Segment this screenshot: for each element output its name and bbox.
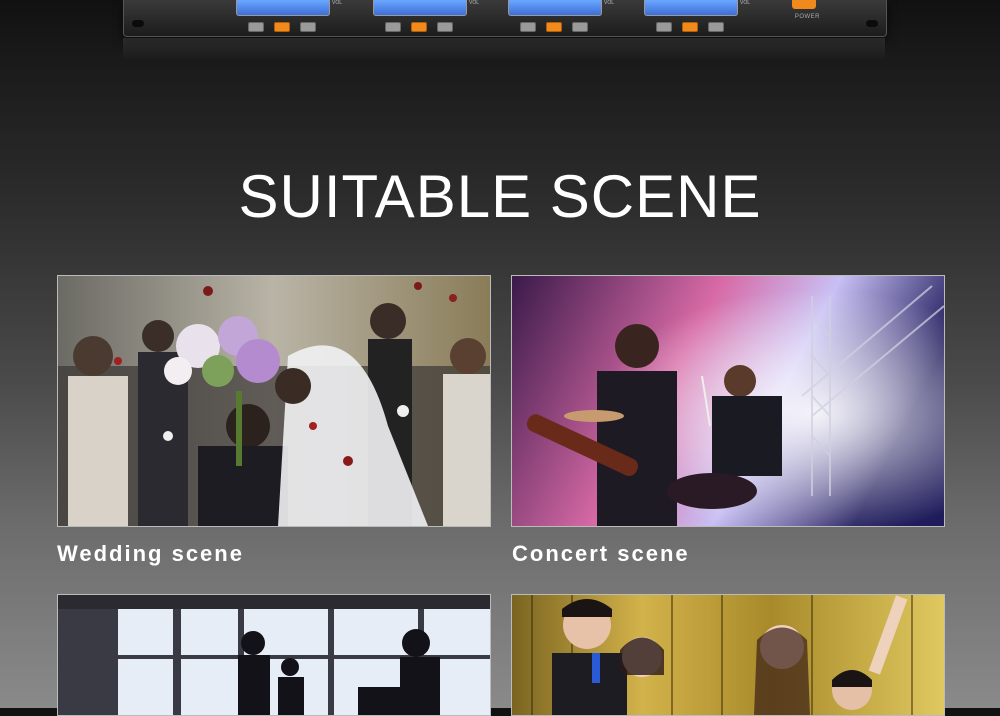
vol-label: VOL bbox=[469, 0, 480, 6]
receiver-device-panel: VOL VOL VOL VOL POWER bbox=[123, 0, 887, 37]
vol-label: VOL bbox=[604, 0, 615, 6]
rack-mount-hole bbox=[866, 20, 878, 27]
lcd-display bbox=[508, 0, 602, 16]
channel-button-orange bbox=[682, 22, 698, 32]
concert-scene-label: Concert scene bbox=[512, 541, 690, 566]
channel-2: VOL bbox=[361, 0, 481, 36]
lcd-display bbox=[373, 0, 467, 16]
channel-button-orange bbox=[546, 22, 562, 32]
channel-4: VOL bbox=[632, 0, 752, 36]
channel-3: VOL bbox=[496, 0, 616, 36]
channel-button-orange bbox=[274, 22, 290, 32]
rack-mount-hole bbox=[132, 20, 144, 27]
concert-photo bbox=[511, 275, 945, 527]
lcd-display bbox=[236, 0, 330, 16]
channel-button bbox=[520, 22, 536, 32]
conference-photo bbox=[57, 594, 491, 716]
channel-button bbox=[385, 22, 401, 32]
wedding-scene-label: Wedding scene bbox=[57, 541, 244, 566]
page-title: SUITABLE SCENE bbox=[238, 163, 762, 230]
wedding-photo bbox=[57, 275, 491, 527]
channel-button bbox=[437, 22, 453, 32]
power-button bbox=[792, 0, 816, 9]
vol-label: VOL bbox=[740, 0, 751, 6]
vol-label: VOL bbox=[332, 0, 343, 6]
channel-1: VOL bbox=[224, 0, 344, 36]
device-reflection bbox=[123, 38, 885, 60]
karaoke-party-photo bbox=[511, 594, 945, 716]
channel-button-orange bbox=[411, 22, 427, 32]
channel-button bbox=[248, 22, 264, 32]
power-label: POWER bbox=[794, 14, 820, 20]
channel-button bbox=[708, 22, 724, 32]
channel-button bbox=[572, 22, 588, 32]
channel-button bbox=[656, 22, 672, 32]
channel-button bbox=[300, 22, 316, 32]
lcd-display bbox=[644, 0, 738, 16]
